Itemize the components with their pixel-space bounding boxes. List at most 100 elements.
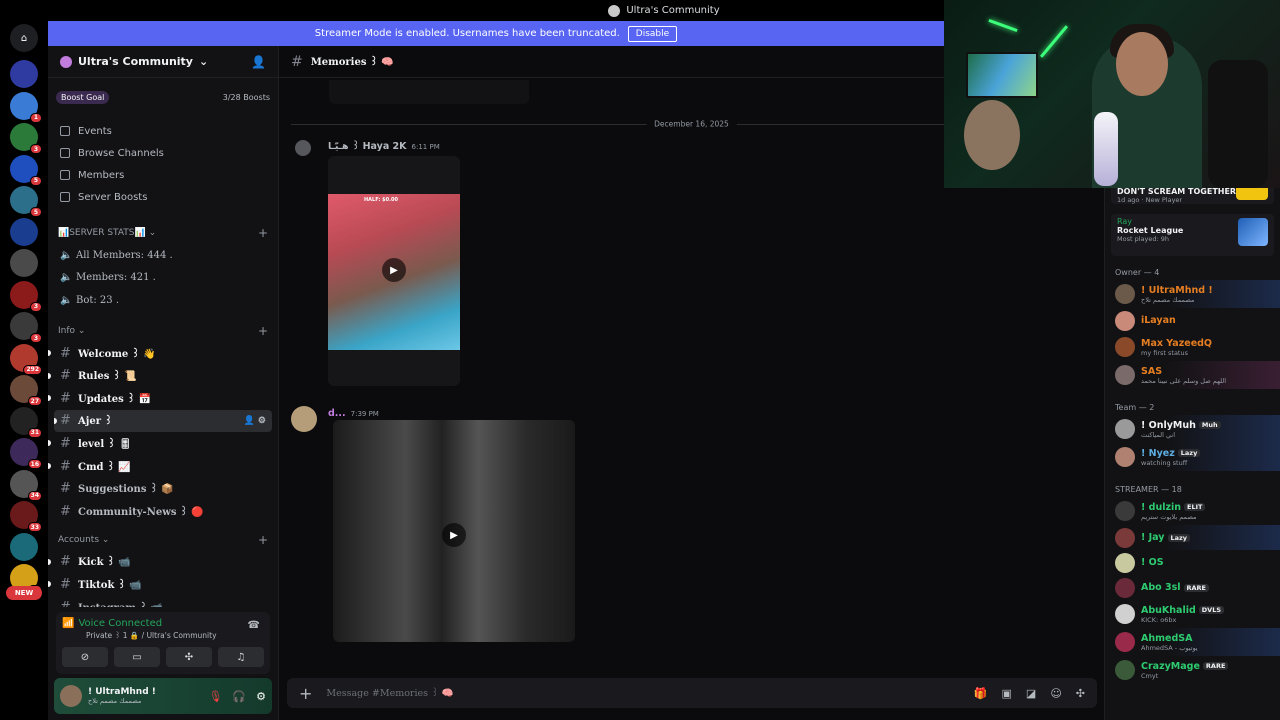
server-icon[interactable]: 292 xyxy=(10,343,42,375)
guild-header[interactable]: Ultra's Community ⌄ 👤 xyxy=(48,46,278,78)
app-logo-icon xyxy=(608,4,621,17)
add-attachment-icon[interactable]: + xyxy=(299,684,312,703)
server-icon[interactable]: 16 xyxy=(10,438,42,469)
video-attachment[interactable]: ▶ xyxy=(333,420,575,642)
message-author[interactable]: هـيّـا ꒱ Haya 2K xyxy=(328,140,407,152)
member-item[interactable]: ! Jay Lazy xyxy=(1105,525,1280,550)
server-icon[interactable] xyxy=(10,532,38,561)
add-channel-icon[interactable]: + xyxy=(258,533,268,547)
invite-people-icon[interactable]: 👤 xyxy=(251,55,266,69)
channel-item[interactable]: # Cmd ꒱ 📈 xyxy=(48,455,278,478)
add-channel-icon[interactable]: + xyxy=(258,226,268,240)
apps-icon[interactable]: ✣ xyxy=(1076,687,1085,700)
message-author[interactable]: d... xyxy=(328,408,346,419)
member-name: AhmedSA xyxy=(1141,632,1193,644)
server-icon[interactable]: 3 xyxy=(10,123,42,154)
server-icon[interactable]: 31 xyxy=(10,406,42,438)
member-item[interactable]: ! OnlyMuh Muh اني المياكنت xyxy=(1105,415,1280,443)
channel-name: All Members: 444 . xyxy=(76,249,173,261)
emoji-icon[interactable]: ☺ xyxy=(1050,687,1061,700)
member-item[interactable]: iLayan xyxy=(1105,308,1280,333)
member-item[interactable]: ! Nyez Lazy watching stuff xyxy=(1105,443,1280,471)
deafen-icon[interactable]: 🎧 xyxy=(232,690,246,703)
server-icon[interactable]: 27 xyxy=(10,375,42,406)
discord-home-icon[interactable]: ⌂ xyxy=(10,24,38,52)
channel-item[interactable]: # Updates ꒱ 📅 xyxy=(48,387,278,410)
boost-goal-label: Boost Goal xyxy=(56,90,110,104)
member-group-label: Team — 2 xyxy=(1115,403,1155,412)
boost-goal-bar[interactable]: Boost Goal 3/28 Boosts xyxy=(56,88,270,106)
nav-events[interactable]: Events xyxy=(48,120,278,142)
previous-media[interactable] xyxy=(329,80,529,104)
member-item[interactable]: ! OS xyxy=(1105,550,1280,575)
soundboard-button[interactable]: ♫ xyxy=(218,647,264,667)
channel-settings-icon[interactable]: 👤 ⚙ xyxy=(244,416,266,426)
sticker-icon[interactable]: ◪ xyxy=(1026,687,1036,700)
channel-item[interactable]: # Rules ꒱ 📜 xyxy=(48,364,278,387)
member-item[interactable]: ! UltraMhnd ! مصممك مصمم تلاح xyxy=(1105,280,1280,308)
signal-icon: 📶 xyxy=(62,618,75,629)
member-item[interactable]: ! dulzin ELIT مصمم بلايوت ستريم xyxy=(1105,497,1280,525)
stat-channel[interactable]: 🔈 Bot: 23 . xyxy=(48,289,278,312)
gear-icon[interactable]: ⚙ xyxy=(256,690,266,703)
avatar[interactable] xyxy=(60,685,82,707)
member-item[interactable]: Max YazeedQ my first status xyxy=(1105,333,1280,361)
avatar xyxy=(1115,552,1135,573)
play-icon[interactable]: ▶ xyxy=(382,258,406,282)
activity-card[interactable]: Ray Rocket League Most played: 9h xyxy=(1111,214,1274,256)
member-name: ! OS xyxy=(1141,557,1164,568)
play-icon[interactable]: ▶ xyxy=(442,523,466,547)
avatar[interactable] xyxy=(291,406,317,432)
category-info[interactable]: Info ⌄ + xyxy=(48,320,278,342)
member-group-label: STREAMER — 18 xyxy=(1115,485,1182,494)
camera-off-button[interactable]: ⊘ xyxy=(62,647,108,667)
nav-members[interactable]: Members xyxy=(48,164,278,186)
mute-mic-icon[interactable]: 🎙 xyxy=(208,690,222,703)
channel-item[interactable]: # Kick ꒱ 📹 xyxy=(48,551,278,574)
member-item[interactable]: CrazyMage RARE Cmyt xyxy=(1105,656,1280,684)
server-icon[interactable]: 1 xyxy=(10,91,42,123)
server-icon[interactable]: 5 xyxy=(10,186,42,217)
stat-channel[interactable]: 🔈 Members: 421 . xyxy=(48,267,278,290)
category-accounts[interactable]: Accounts ⌄ + xyxy=(48,529,278,551)
channel-item[interactable]: # Welcome ꒱ 👋 xyxy=(48,342,278,365)
channel-item[interactable]: # Instagram ꒱ 📹 xyxy=(48,596,278,607)
category-server-stats[interactable]: 📊SERVER STATS📊 ⌄ + xyxy=(48,222,278,244)
server-icon[interactable] xyxy=(10,249,38,277)
channel-item[interactable]: # level ꒱ 🎚 xyxy=(48,432,278,455)
server-icon[interactable]: 3 xyxy=(10,280,42,312)
member-item[interactable]: AbuKhalid DVLS KICK: o6bx xyxy=(1105,600,1280,628)
disable-button[interactable]: Disable xyxy=(627,25,678,42)
add-channel-icon[interactable]: + xyxy=(258,324,268,338)
message-composer[interactable]: + Message #Memories ꒱ 🧠 🎁 ▣ ◪ ☺ ✣ xyxy=(287,678,1097,708)
server-icon[interactable] xyxy=(10,60,38,88)
channel-name: Rules ꒱ 📜 xyxy=(78,371,137,383)
new-badge[interactable]: NEW xyxy=(6,586,42,600)
gift-icon[interactable]: 🎁 xyxy=(974,687,988,700)
nav-server-boosts[interactable]: Server Boosts xyxy=(48,186,278,208)
nav-browse-channels[interactable]: Browse Channels xyxy=(48,142,278,164)
server-icon[interactable]: 5 xyxy=(10,154,42,186)
member-item[interactable]: AhmedSA AhmedSA - يوتيوب xyxy=(1105,628,1280,656)
channel-item[interactable]: # Tiktok ꒱ 📹 xyxy=(48,573,278,596)
disconnect-icon[interactable]: ☎ xyxy=(248,620,260,631)
server-icon[interactable]: 34 xyxy=(10,469,42,501)
gif-icon[interactable]: ▣ xyxy=(1002,687,1012,700)
member-item[interactable]: Abo 3sl RARE xyxy=(1105,575,1280,600)
activities-button[interactable]: ✣ xyxy=(166,647,212,667)
channel-item[interactable]: # Suggestions ꒱ 📦 xyxy=(48,477,278,500)
member-name: iLayan xyxy=(1141,315,1176,326)
screen-share-button[interactable]: ▭ xyxy=(114,647,160,667)
stat-channel[interactable]: 🔈 All Members: 444 . xyxy=(48,244,278,267)
server-icon[interactable]: 33 xyxy=(10,501,42,532)
member-item[interactable]: SAS اللهم صل وسلم على نبينا محمد xyxy=(1105,361,1280,389)
message-input[interactable]: Message #Memories ꒱ 🧠 xyxy=(326,687,453,699)
server-icon[interactable] xyxy=(10,217,38,246)
voice-location[interactable]: Private ꒱ 1 🔒 / Ultra's Community xyxy=(86,630,264,640)
video-attachment[interactable]: HALF: $0.00 ▶ xyxy=(328,156,460,386)
channel-item[interactable]: # Community-News ꒱ 🔴 xyxy=(48,500,278,523)
chevron-down-icon: ⌄ xyxy=(99,534,110,545)
server-icon[interactable]: 3 xyxy=(10,312,42,343)
channel-item[interactable]: # Ajer ꒱ 👤 ⚙ xyxy=(54,409,272,433)
avatar[interactable] xyxy=(295,140,311,156)
